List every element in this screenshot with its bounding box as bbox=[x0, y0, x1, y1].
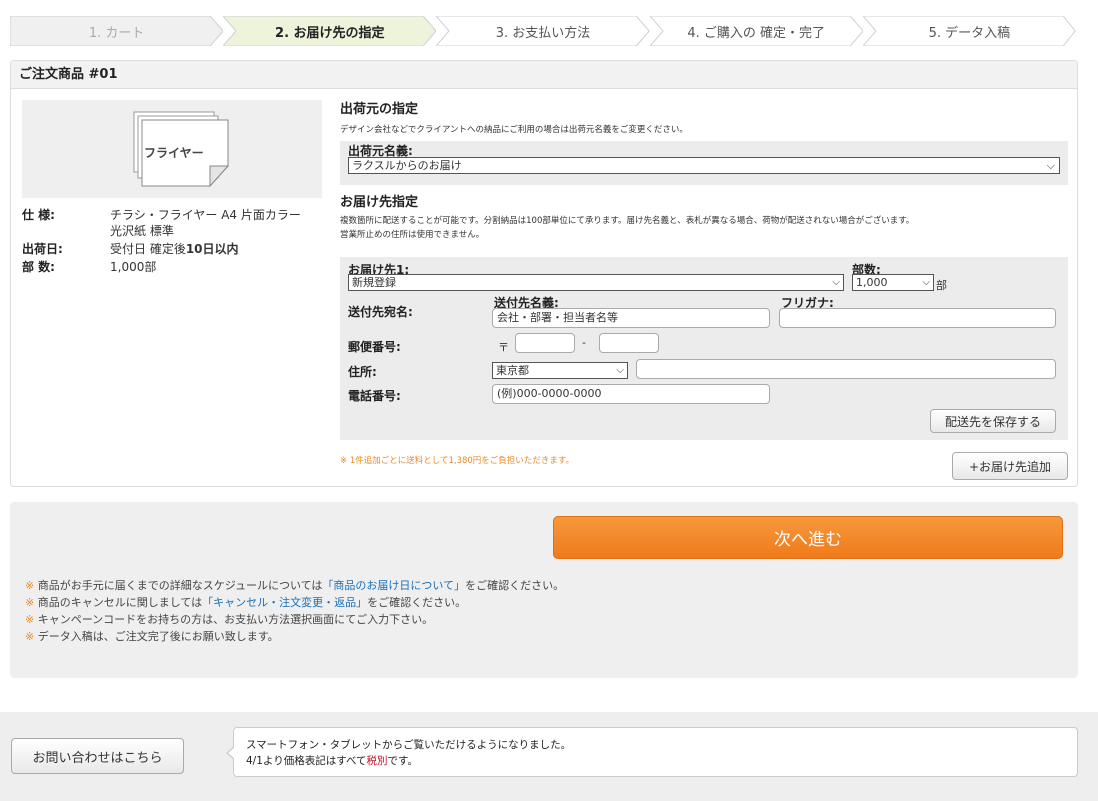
notes-list: ※ 商品がお手元に届くまでの詳細なスケジュールについては「商品のお届け日について… bbox=[25, 577, 564, 645]
recipient-label: 送付先宛名: bbox=[348, 305, 413, 319]
step-cart-label: 1. カート bbox=[88, 25, 145, 41]
delivery-settings: 出荷元の指定 デザイン会社などでクライアントへの納品にご利用の場合は出荷元名義を… bbox=[340, 101, 1068, 480]
quantity-label: 部 数: bbox=[22, 260, 55, 274]
destination-heading: お届け先指定 bbox=[340, 195, 419, 210]
order-title: ご注文商品 #01 bbox=[11, 61, 1077, 89]
ship-date-value: 受付日 確定後10日以内 bbox=[110, 242, 239, 256]
chevron-down-icon: ⌵ bbox=[922, 277, 930, 288]
destination-box: お届け先1: 新規登録 ⌵ 部数: 1,000 ⌵ 部 送付先宛名: 送付先名義: … bbox=[340, 257, 1068, 440]
shipping-fee-note: ※ 1件追加ごとに送料として1,380円をご負担いただきます。 bbox=[340, 456, 574, 466]
postal-code-second[interactable] bbox=[599, 333, 659, 353]
postal-mark: 〒 bbox=[498, 341, 509, 354]
quantity-value: 1,000部 bbox=[110, 260, 157, 274]
step-delivery[interactable]: 2. お届け先の指定 bbox=[223, 16, 437, 46]
step-delivery-label: 2. お届け先の指定 bbox=[275, 25, 385, 41]
sender-box: 出荷元名義: ラクスルからのお届け ⌵ bbox=[340, 141, 1068, 185]
postal-code-first[interactable] bbox=[515, 333, 575, 353]
next-panel: 次へ進む ※ 商品がお手元に届くまでの詳細なスケジュールについては「商品のお届け… bbox=[10, 502, 1078, 678]
footer: お問い合わせはこちら スマートフォン・タブレットからご覧いただけるようになりまし… bbox=[0, 712, 1098, 801]
address-label: 住所: bbox=[348, 365, 377, 379]
spec-label: 仕 様: bbox=[22, 208, 55, 222]
product-spec: 仕 様: チラシ・フライヤー A4 片面カラー 光沢紙 標準 出荷日: 受付日 … bbox=[22, 207, 322, 277]
product-thumbnail: フライヤー bbox=[22, 100, 322, 198]
furigana-input[interactable] bbox=[779, 308, 1056, 328]
postal-label: 郵便番号: bbox=[348, 340, 401, 354]
save-destination-button[interactable]: 配送先を保存する bbox=[930, 409, 1056, 433]
info-line-2: 4/1より価格表記はすべて税別です。 bbox=[246, 755, 418, 767]
destination-description-1: 複数箇所に配送することが可能です。分割納品は100部単位にて承ります。届け先名義… bbox=[340, 216, 915, 226]
sender-name-select[interactable]: ラクスルからのお届け ⌵ bbox=[348, 157, 1060, 174]
add-destination-button[interactable]: +お届け先追加 bbox=[952, 452, 1068, 480]
phone-input[interactable]: (例)000-0000-0000 bbox=[492, 384, 770, 404]
delivery-date-link[interactable]: 「商品のお届け日について」 bbox=[322, 579, 465, 592]
step-payment[interactable]: 3. お支払い方法 bbox=[436, 16, 650, 46]
step-confirm[interactable]: 4. ご購入の 確定・完了 bbox=[649, 16, 863, 46]
address-input[interactable] bbox=[636, 359, 1056, 379]
step-upload-label: 5. データ入稿 bbox=[928, 25, 1011, 41]
note-cancel: ※ 商品のキャンセルに関しましては「キャンセル・注文変更・返品」をご確認ください… bbox=[25, 596, 467, 609]
contact-button[interactable]: お問い合わせはこちら bbox=[11, 738, 184, 774]
spec-value: チラシ・フライヤー A4 片面カラー 光沢紙 標準 bbox=[110, 208, 301, 238]
order-panel: ご注文商品 #01 フライヤー 仕 様: チラシ・フライヤー A4 片面カラー … bbox=[10, 60, 1078, 487]
chevron-down-icon: ⌵ bbox=[1046, 159, 1055, 172]
step-payment-label: 3. お支払い方法 bbox=[495, 25, 591, 41]
recipient-name-input[interactable]: 会社・部署・担当者名等 bbox=[492, 308, 770, 328]
prefecture-select[interactable]: 東京都 ⌵ bbox=[492, 362, 628, 379]
chevron-down-icon: ⌵ bbox=[832, 277, 840, 288]
ship-date-label: 出荷日: bbox=[22, 242, 63, 256]
note-upload: ※ データ入稿は、ご注文完了後にお願い致します。 bbox=[25, 630, 279, 643]
destination-select[interactable]: 新規登録 ⌵ bbox=[348, 274, 844, 291]
sender-name-label: 出荷元名義: bbox=[348, 144, 413, 158]
phone-label: 電話番号: bbox=[348, 389, 401, 403]
note-schedule: ※ 商品がお手元に届くまでの詳細なスケジュールについては「商品のお届け日について… bbox=[25, 579, 565, 592]
step-upload[interactable]: 5. データ入稿 bbox=[862, 16, 1076, 46]
copies-unit: 部 bbox=[936, 279, 947, 292]
cancel-link[interactable]: 「キャンセル・注文変更・返品」 bbox=[202, 596, 367, 609]
step-cart[interactable]: 1. カート bbox=[10, 16, 224, 46]
copies-select[interactable]: 1,000 ⌵ bbox=[852, 274, 934, 291]
checkout-steps: 1. カート 2. お届け先の指定 3. お支払い方法 4. ご購入の 確定・完… bbox=[10, 16, 1076, 46]
postal-dash: - bbox=[582, 336, 586, 349]
destination-description-2: 営業所止めの住所は使用できません。 bbox=[340, 230, 485, 240]
chevron-down-icon: ⌵ bbox=[616, 365, 624, 376]
sender-heading: 出荷元の指定 bbox=[340, 102, 419, 117]
sender-description: デザイン会社などでクライアントへの納品にご利用の場合は出荷元名義をご変更ください… bbox=[340, 125, 688, 135]
info-line-1: スマートフォン・タブレットからご覧いただけるようになりました。 bbox=[246, 739, 572, 751]
flyer-label: フライヤー bbox=[144, 146, 204, 160]
info-bubble: スマートフォン・タブレットからご覧いただけるようになりました。 4/1より価格表… bbox=[226, 727, 1078, 777]
note-campaign: ※ キャンペーンコードをお持ちの方は、お支払い方法選択画面にてご入力下さい。 bbox=[25, 613, 434, 626]
step-confirm-label: 4. ご購入の 確定・完了 bbox=[687, 25, 826, 41]
next-button[interactable]: 次へ進む bbox=[553, 516, 1063, 559]
